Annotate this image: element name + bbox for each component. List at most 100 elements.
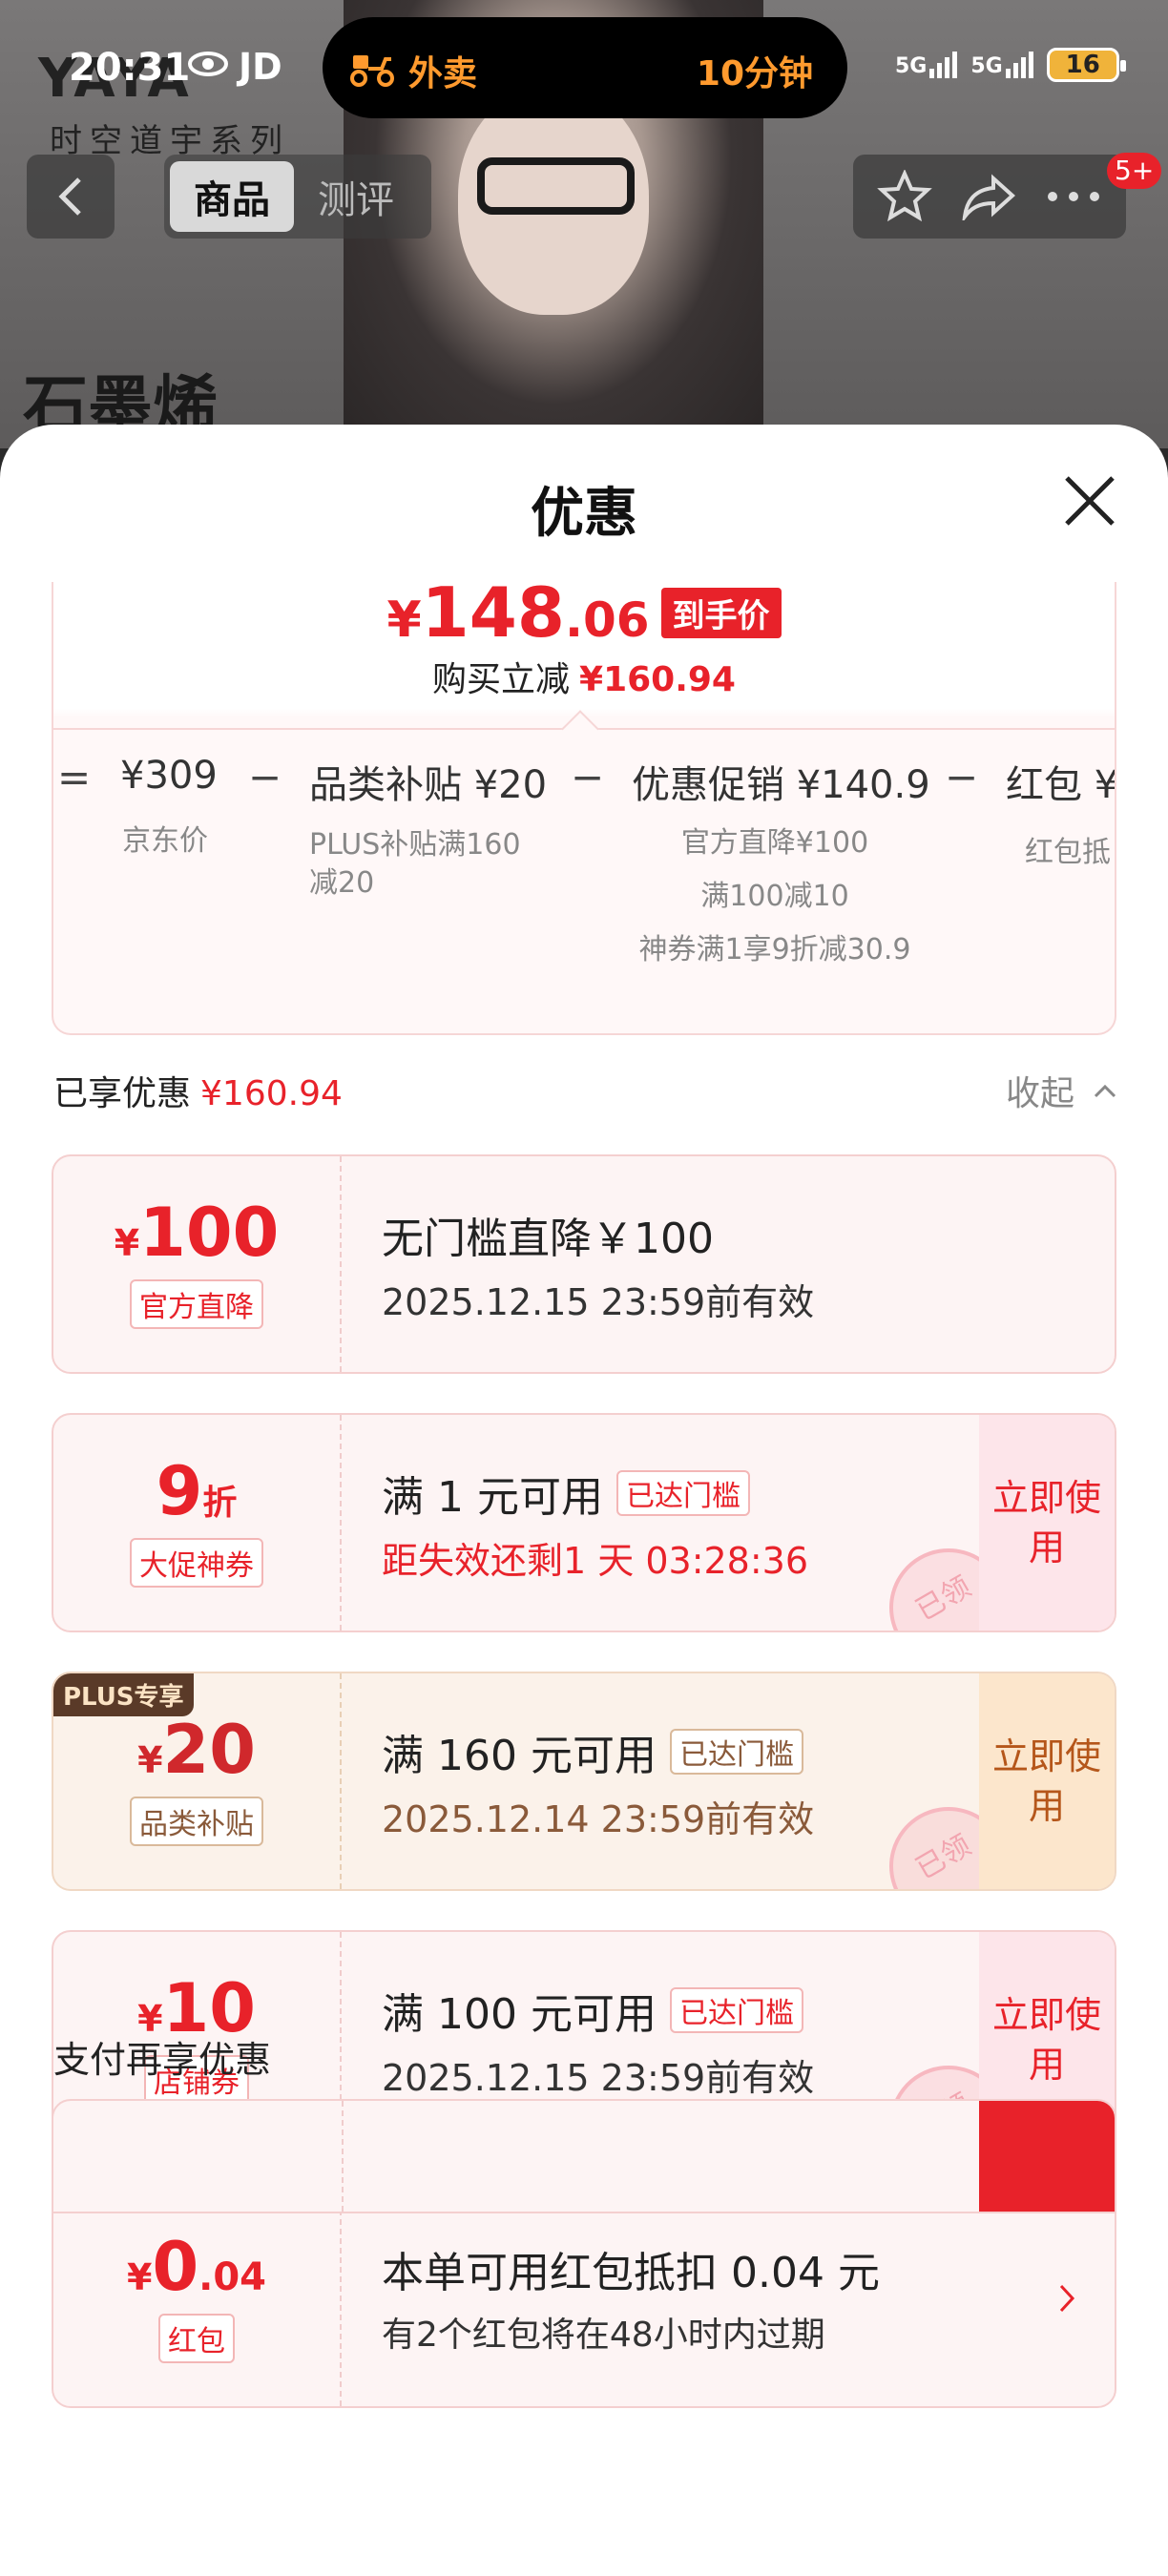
red-packet-card[interactable]: ¥0.04 红包 本单可用红包抵扣 0.04 元 有2个红包将在48小时内过期 (52, 2189, 1116, 2408)
share-icon[interactable] (961, 173, 1016, 220)
star-favorite-icon[interactable] (877, 170, 932, 223)
enjoyed-amount: ¥160.94 (200, 1074, 343, 1113)
operator-minus: − (945, 754, 979, 800)
coupon-kind: 大促神券 (130, 1538, 263, 1588)
plus-exclusive-badge: PLUS专享 (53, 1673, 194, 1716)
island-label: 外卖 (408, 54, 478, 93)
save-label: 购买立减 (432, 660, 571, 699)
save-line: 购买立减 ¥160.94 (0, 652, 1168, 701)
threshold-met-tag: 已达门槛 (669, 1987, 803, 2033)
scooter-icon (350, 55, 394, 87)
operator-minus: − (248, 754, 282, 800)
coupon-amount: 9折 (156, 1458, 238, 1525)
chevron-left-icon (58, 177, 81, 216)
coupon-title-text: 满 160 元可用 (382, 1732, 657, 1780)
breakdown-sub-line: 神券满1享9折减30.9 (638, 933, 911, 966)
breakdown-category-subsidy: 品类补贴 ¥20 PLUS补贴满160 减20 (309, 754, 547, 903)
message-count-badge: 5+ (1107, 153, 1162, 189)
coupon-title-text: 满 1 元可用 (382, 1473, 603, 1522)
more-icon[interactable] (1045, 189, 1102, 204)
signal-5g-2-icon: 5G (970, 52, 1033, 78)
coupon-title: 满 160 元可用 已达门槛 (382, 1721, 803, 1782)
coupon-amount-big: 0 (152, 2228, 199, 2306)
payment-offers-title: 支付再享优惠 (53, 2039, 272, 2081)
collapse-button[interactable]: 收起 (1006, 1066, 1074, 1115)
coupon-validity: 2025.12.15 23:59前有效 (382, 1281, 815, 1323)
coupon-card-plus[interactable]: ¥20 品类补贴 PLUS专享 满 160 元可用 已达门槛 2025.12.14… (52, 1672, 1116, 1891)
breakdown-main: 品类补贴 ¥20 (309, 763, 548, 807)
coupon-currency: ¥ (114, 1222, 140, 1264)
breakdown-jd-price: ¥309 京东价 (120, 754, 218, 868)
threshold-met-tag: 已达门槛 (669, 1729, 803, 1775)
red-packet-expiry-note: 有2个红包将在48小时内过期 (382, 2316, 825, 2355)
coupon-title: 满 100 元可用 已达门槛 (382, 1980, 803, 2041)
breakdown-sub: 京东价 (122, 824, 208, 858)
coupon-title-text: 满 100 元可用 (382, 1990, 657, 2039)
coupon-validity: 2025.12.15 23:59前有效 (382, 2057, 815, 2099)
coupon-title: 无门槛直降￥100 (382, 1215, 714, 1263)
save-amount: ¥160.94 (579, 660, 736, 699)
coupon-countdown: 距失效还剩1 天 03:28:36 (382, 1540, 809, 1582)
final-price-integer: 148 (421, 572, 565, 653)
threshold-met-tag: 已达门槛 (615, 1470, 750, 1516)
jd-status-label: JD (239, 46, 282, 88)
final-price-currency: ¥ (386, 592, 422, 649)
chevron-right-icon[interactable] (1057, 2282, 1076, 2315)
coupon-card[interactable]: ¥100 官方直降 无门槛直降￥100 2025.12.15 23:59前有效 (52, 1154, 1116, 1374)
breakdown-main: 优惠促销 ¥140.9 (632, 763, 930, 807)
tab-product[interactable]: 商品 (170, 161, 294, 232)
coupon-amount-unit: 折 (202, 1484, 238, 1523)
breakdown-sub-line: PLUS补贴满160 (309, 828, 521, 862)
close-icon[interactable] (1061, 472, 1118, 530)
discount-sheet: 优惠 ¥148.06 到手价 购买立减 ¥160.94 = ¥309 京东价 − 品… (0, 425, 1168, 2576)
dynamic-island-delivery[interactable]: 外卖 10分钟 (323, 17, 847, 118)
payment-offer-button[interactable] (979, 2101, 1115, 2212)
breakdown-sub: 红包抵 (1025, 836, 1111, 869)
coupon-kind: 红包 (158, 2314, 235, 2363)
coupon-amount: ¥0.04 (127, 2233, 266, 2300)
coupon-currency: ¥ (137, 1739, 163, 1781)
signal-label: 5G (895, 54, 928, 78)
operator-minus: − (571, 754, 605, 800)
breakdown-sub-line: 官方直降¥100 (680, 826, 869, 860)
top-actions (853, 155, 1126, 239)
coupon-amount-decimal: .04 (198, 2255, 267, 2299)
enjoyed-label: 已享优惠 (53, 1074, 192, 1113)
coupon-kind: 官方直降 (130, 1279, 263, 1329)
sheet-title: 优惠 (531, 483, 637, 545)
breakdown-sub-line: 满100减10 (700, 880, 849, 913)
coupon-value: 9折 大促神券 (53, 1415, 342, 1631)
coupon-card[interactable]: 9折 大促神券 满 1 元可用 已达门槛 距失效还剩1 天 03:28:36 已领… (52, 1413, 1116, 1632)
final-price-decimal: .06 (564, 592, 650, 648)
chevron-up-icon[interactable] (1092, 1081, 1118, 1100)
signal-5g-1-icon: 5G (895, 52, 958, 78)
coupon-amount: ¥100 (115, 1199, 280, 1266)
back-button[interactable] (27, 155, 115, 239)
status-indicators: 5G 5G 16 (895, 48, 1126, 82)
enjoyed-discount: 已享优惠 ¥160.94 (53, 1066, 343, 1115)
final-price-tag: 到手价 (660, 588, 782, 638)
coupon-amount-big: 100 (139, 1194, 280, 1272)
breakdown-main: 红包 ¥ (1006, 763, 1115, 807)
coupon-value: ¥0.04 红包 (53, 2191, 342, 2406)
status-time: 20:31 (69, 46, 191, 90)
island-eta: 10分钟 (696, 54, 813, 93)
battery-icon: 16 (1046, 48, 1126, 82)
breakdown-row[interactable]: = ¥309 京东价 − 品类补贴 ¥20 PLUS补贴满160 减20 − 优… (53, 754, 1115, 1011)
breakdown-sub: 官方直降¥100 满100减10 神券满1享9折减30.9 (632, 817, 918, 977)
breakdown-promotion: 优惠促销 ¥140.9 官方直降¥100 满100减10 神券满1享9折减30.… (632, 754, 930, 977)
glasses-graphic (477, 157, 635, 215)
tab-review[interactable]: 测评 (294, 161, 418, 232)
use-now-button[interactable]: 立即使用 (979, 1673, 1115, 1889)
use-now-button[interactable]: 立即使用 (979, 1415, 1115, 1631)
breakdown-sub: PLUS补贴满160 减20 (309, 826, 547, 903)
final-price: ¥148.06 到手价 (0, 572, 1168, 653)
top-tabs: 商品 测评 (164, 155, 431, 239)
breakdown-red-packet: 红包 ¥ 红包抵 (1006, 754, 1115, 880)
coupon-amount: ¥20 (137, 1716, 256, 1783)
breakdown-sub-line: 减20 (309, 866, 375, 900)
coupon-value: ¥100 官方直降 (53, 1156, 342, 1372)
coupon-currency: ¥ (126, 2256, 153, 2298)
operator-equals: = (57, 754, 92, 800)
payment-offer-card[interactable] (52, 2099, 1116, 2213)
